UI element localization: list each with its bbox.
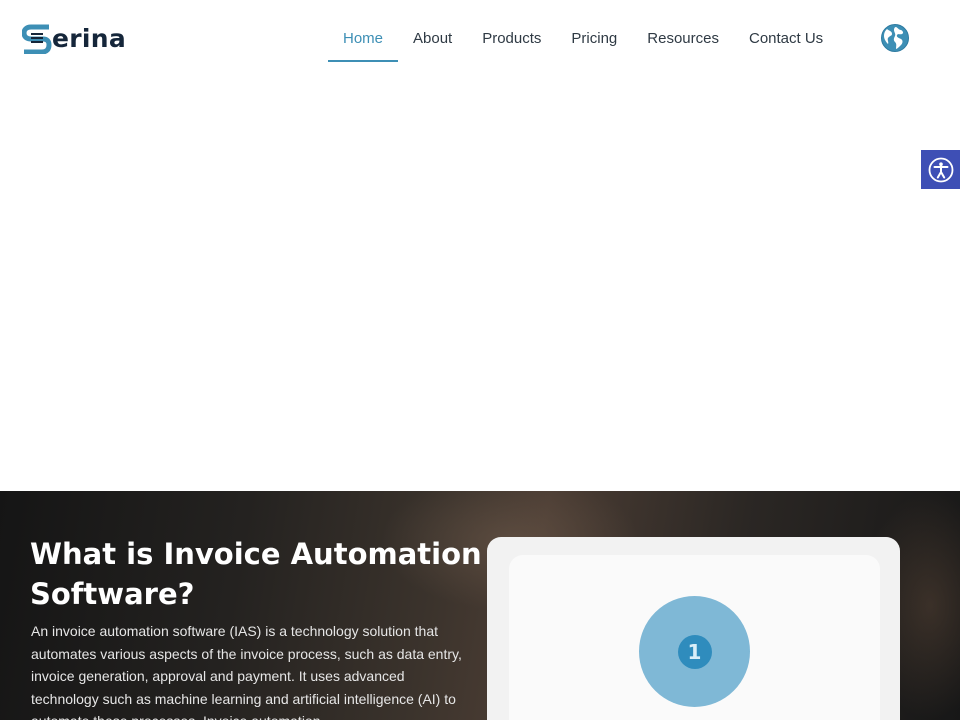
nav-item-contact-us[interactable]: Contact Us [734, 22, 838, 62]
logo-wordmark: erina [52, 24, 127, 53]
nav-item-label: Pricing [571, 30, 618, 47]
section-body-text: An invoice automation software (IAS) is … [31, 623, 462, 720]
nav-item-label: About [413, 30, 453, 47]
process-card: 1 [487, 537, 900, 720]
step-circle: 1 [639, 596, 750, 707]
nav-item-label: Resources [647, 30, 719, 47]
nav-item-label: Products [482, 30, 542, 47]
accessibility-person-icon [928, 157, 953, 182]
nav-item-label: Contact Us [748, 30, 824, 47]
main-nav: Home About Products Pricing Resources Co… [328, 22, 838, 62]
serina-logo[interactable]: erina [22, 22, 126, 56]
accessibility-toolbar-button[interactable] [921, 150, 960, 189]
site-header: erina Home About Products Pricing Resour… [0, 0, 960, 78]
nav-item-products[interactable]: Products [467, 22, 556, 62]
step-number-badge: 1 [677, 634, 712, 669]
nav-item-home[interactable]: Home [328, 22, 399, 62]
process-card-inner: 1 [509, 555, 880, 720]
nav-item-pricing[interactable]: Pricing [556, 22, 632, 62]
section-heading: What is Invoice Automation Software? [30, 537, 482, 611]
nav-item-about[interactable]: About [398, 22, 467, 62]
serina-s-logo-icon [22, 24, 52, 54]
nav-item-resources[interactable]: Resources [632, 22, 734, 62]
nav-item-label: Home [343, 30, 384, 47]
globe-icon[interactable] [880, 23, 910, 53]
invoice-automation-section: What is Invoice Automation Software? An … [0, 491, 960, 720]
